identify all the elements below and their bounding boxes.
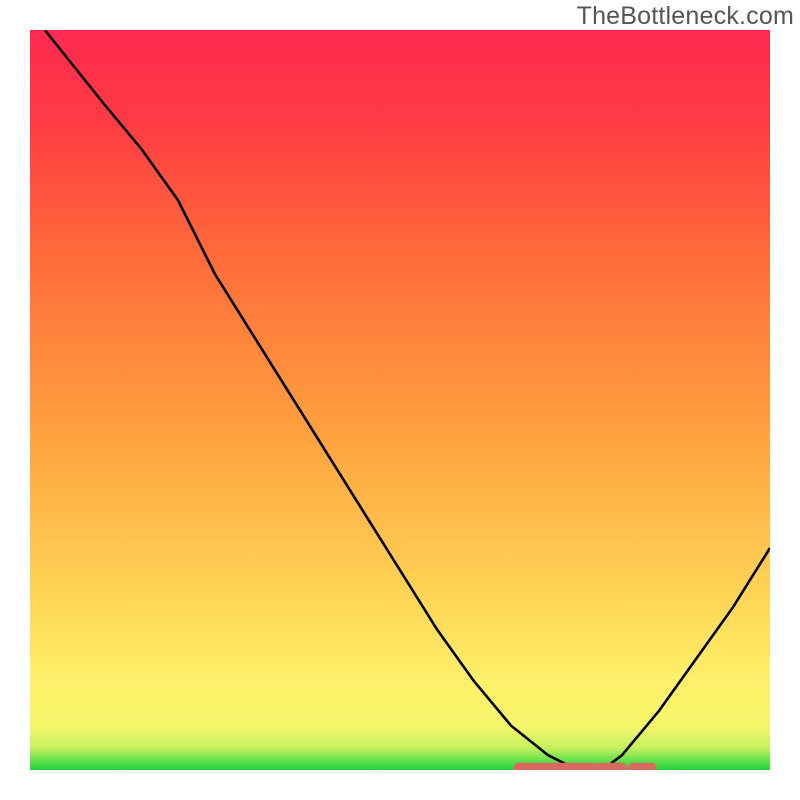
gradient-background [30, 30, 770, 770]
chart-container: TheBottleneck.com [0, 0, 800, 800]
chart-svg [30, 30, 770, 770]
plot-area [30, 30, 770, 770]
watermark-text: TheBottleneck.com [577, 2, 794, 31]
